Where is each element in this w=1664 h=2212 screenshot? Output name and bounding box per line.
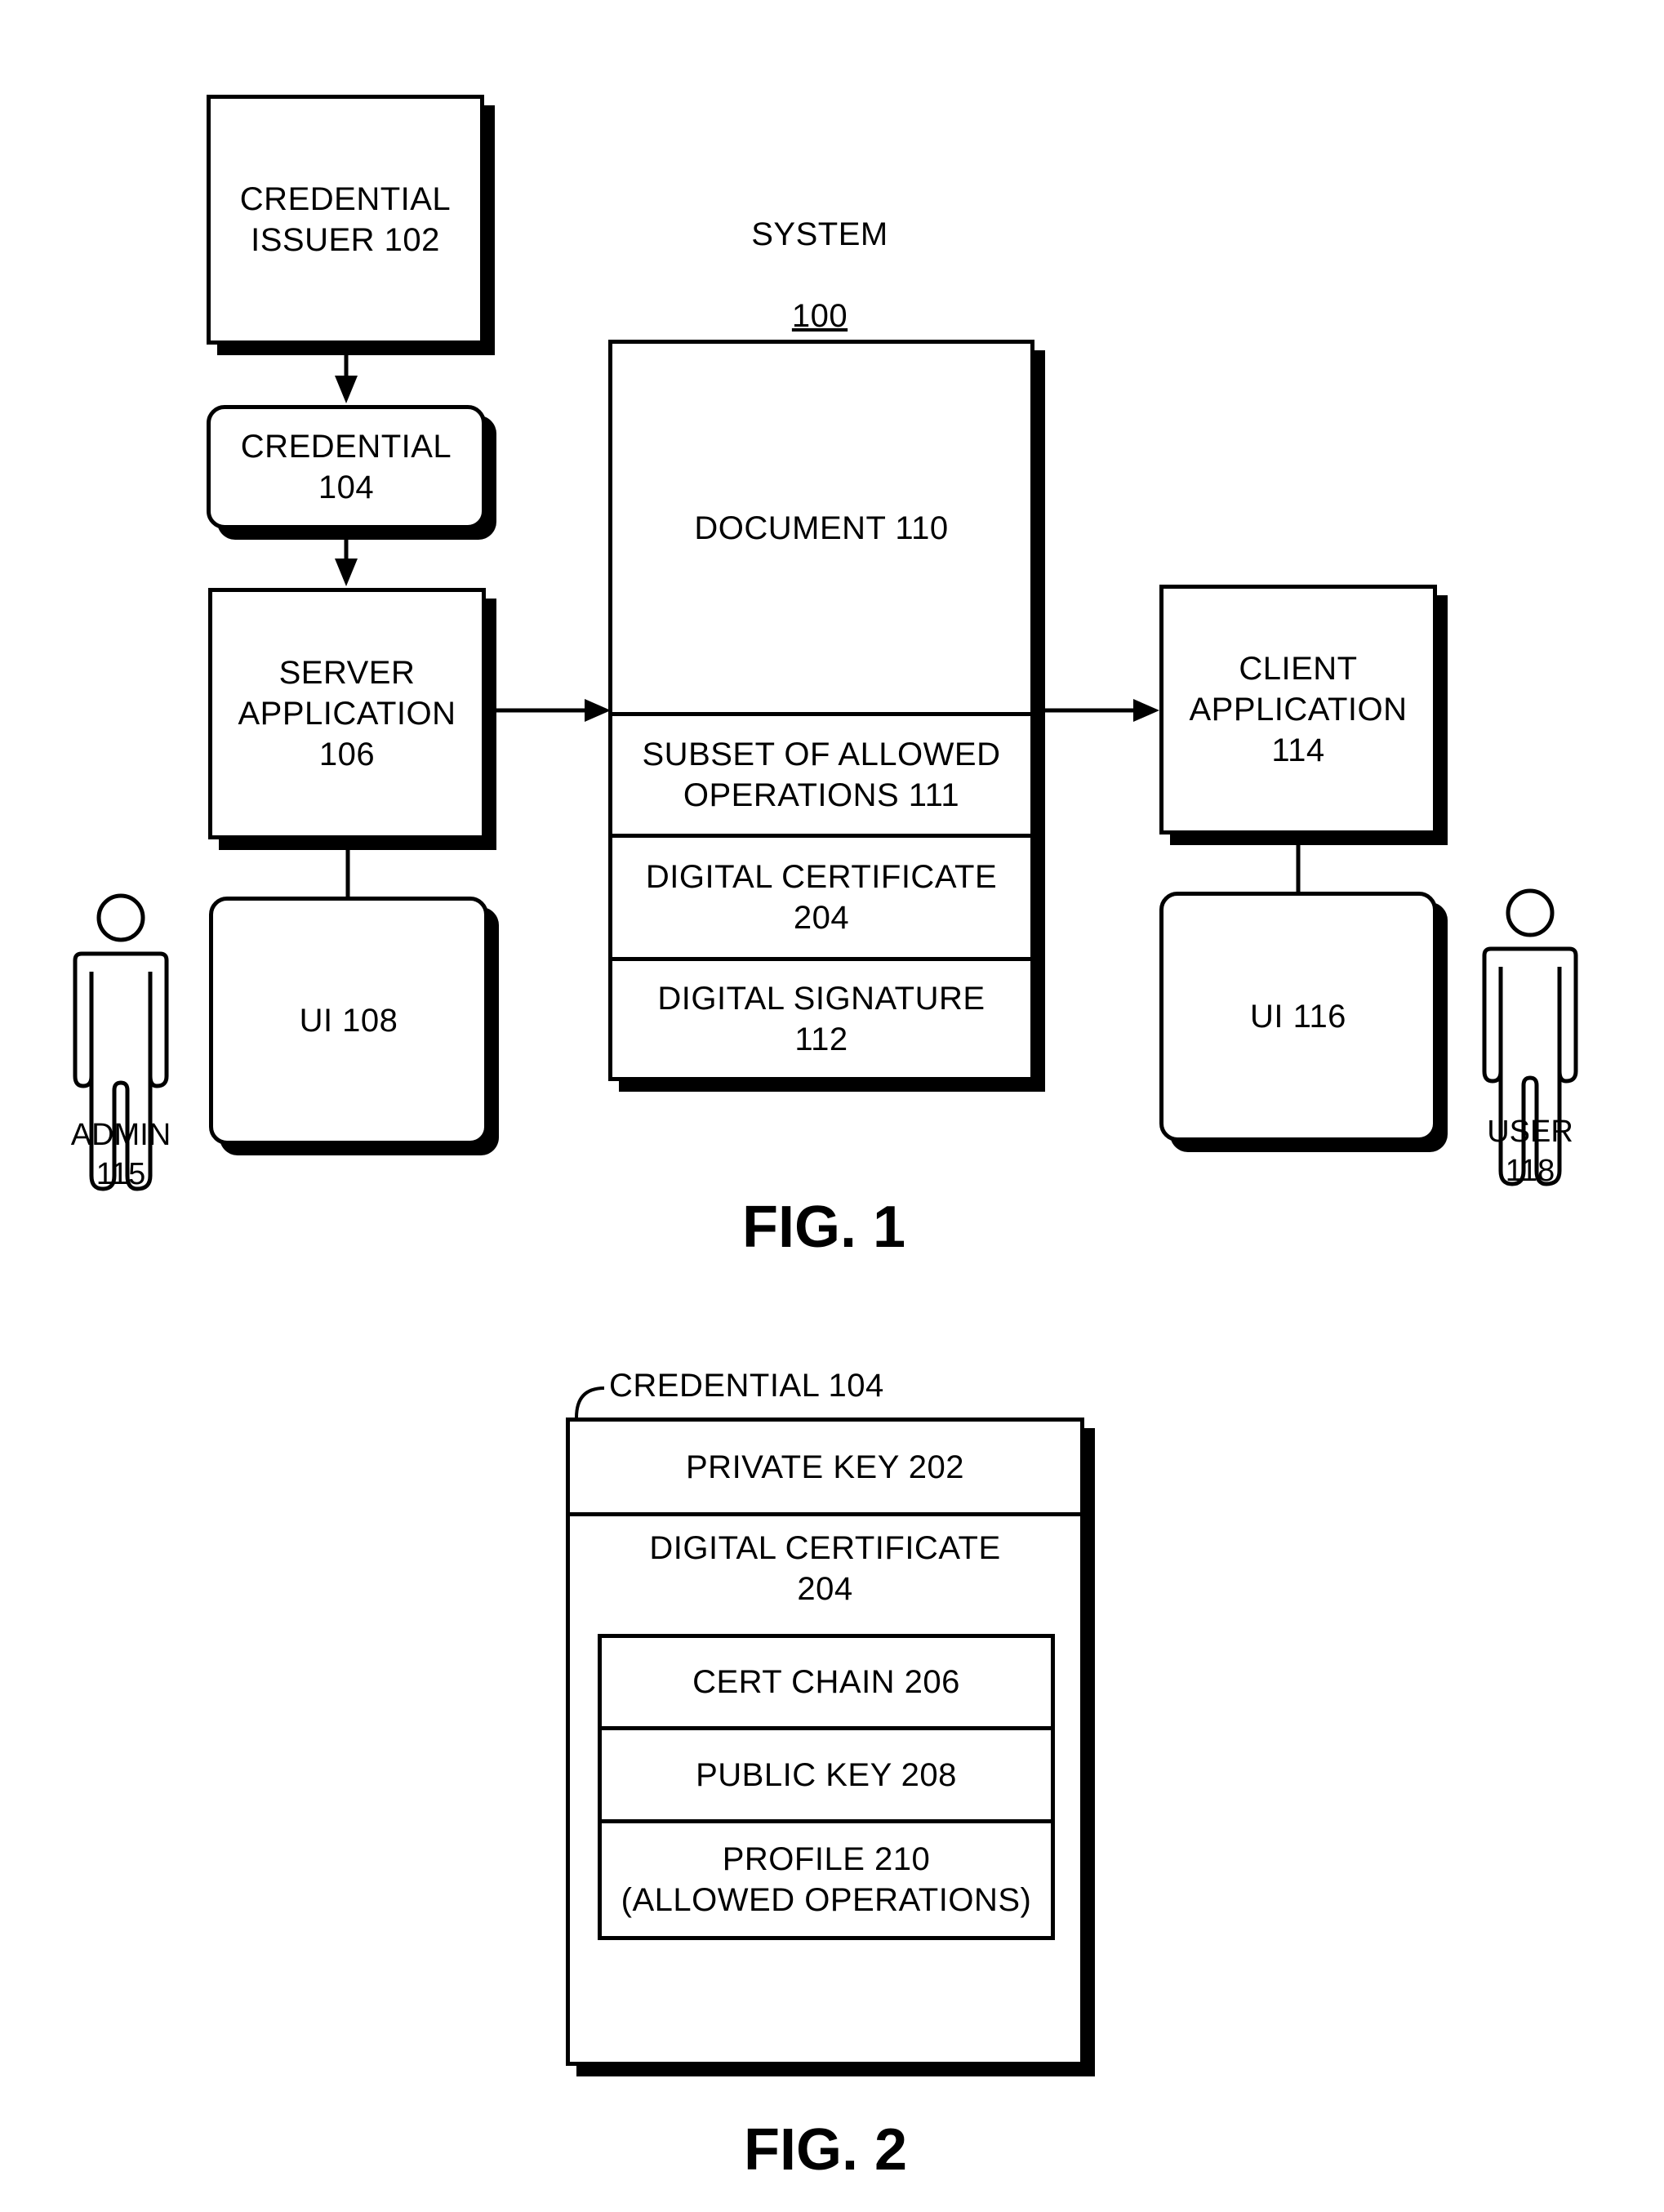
server-application-label: SERVER APPLICATION 106	[238, 655, 456, 772]
server-application-box: SERVER APPLICATION 106	[208, 588, 486, 839]
server-ui-label: UI 108	[299, 1003, 398, 1039]
digital-certificate-label: DIGITAL CERTIFICATE 204	[649, 1530, 1001, 1607]
figure-1-caption: FIG. 1	[741, 1195, 906, 1260]
public-key-field: PUBLIC KEY 208	[602, 1730, 1051, 1823]
document-section-label: SUBSET OF ALLOWED OPERATIONS 111	[642, 737, 1001, 813]
document-title-section: DOCUMENT 110	[612, 344, 1030, 716]
document-section-label: DIGITAL SIGNATURE 112	[657, 981, 985, 1057]
credential-label: CREDENTIAL 104	[240, 429, 452, 505]
arrow-server-to-document	[496, 699, 611, 722]
cert-chain-label: CERT CHAIN 206	[692, 1664, 960, 1700]
system-number: 100	[791, 298, 848, 334]
public-key-label: PUBLIC KEY 208	[696, 1756, 957, 1793]
arrow-credential-to-server	[335, 539, 358, 586]
document-section-digital-signature: DIGITAL SIGNATURE 112	[612, 961, 1030, 1077]
client-application-box: CLIENT APPLICATION 114	[1159, 585, 1437, 835]
system-title: SYSTEM	[751, 216, 888, 252]
certificate-fields-box: CERT CHAIN 206 PUBLIC KEY 208 PROFILE 21…	[598, 1634, 1055, 1940]
private-key-label: PRIVATE KEY 202	[686, 1449, 964, 1485]
document-box: DOCUMENT 110 SUBSET OF ALLOWED OPERATION…	[608, 340, 1034, 1081]
document-section-allowed-operations: SUBSET OF ALLOWED OPERATIONS 111	[612, 716, 1030, 838]
profile-field: PROFILE 210 (ALLOWED OPERATIONS)	[602, 1823, 1051, 1936]
admin-label: ADMIN 115	[70, 1118, 171, 1191]
arrow-issuer-to-credential	[335, 351, 358, 403]
server-ui-box: UI 108	[209, 897, 488, 1145]
credential-box: CREDENTIAL 104	[207, 405, 486, 529]
document-section-label: DIGITAL CERTIFICATE 204	[645, 859, 998, 936]
user-label: USER 118	[1487, 1115, 1573, 1188]
client-ui-label: UI 116	[1250, 999, 1346, 1035]
arrow-document-to-client	[1033, 699, 1159, 722]
client-application-label: CLIENT APPLICATION 114	[1189, 651, 1408, 768]
credential-leader-line	[575, 1386, 605, 1418]
credential-issuer-label: CREDENTIAL ISSUER 102	[239, 181, 452, 258]
client-ui-box: UI 116	[1159, 892, 1437, 1142]
profile-label: PROFILE 210 (ALLOWED OPERATIONS)	[621, 1841, 1032, 1918]
figure-2-caption: FIG. 2	[743, 2117, 908, 2183]
document-title: DOCUMENT 110	[694, 510, 949, 546]
cert-chain-field: CERT CHAIN 206	[602, 1638, 1051, 1730]
credential-issuer-box: CREDENTIAL ISSUER 102	[207, 95, 484, 345]
private-key-section: PRIVATE KEY 202	[570, 1422, 1080, 1516]
credential-104-label: CREDENTIAL 104	[609, 1368, 884, 1404]
document-section-digital-certificate: DIGITAL CERTIFICATE 204	[612, 838, 1030, 961]
